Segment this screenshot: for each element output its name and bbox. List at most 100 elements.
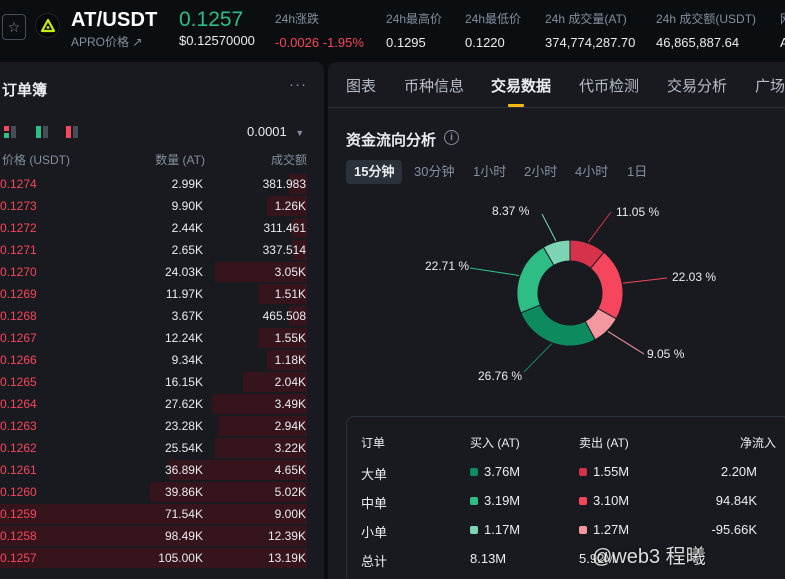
row-total: 1.18K — [274, 353, 306, 367]
layout-both-icon[interactable] — [4, 126, 16, 138]
order-book-row[interactable]: 0.1267 12.24K 1.55K — [0, 327, 307, 349]
period-1d[interactable]: 1日 — [619, 160, 655, 184]
period-30m[interactable]: 30分钟 — [406, 160, 462, 184]
row-price: 0.1271 — [0, 243, 37, 257]
row-qty: 98.49K — [164, 529, 203, 543]
flow-sell-text: 1.27M — [593, 522, 630, 537]
period-2h[interactable]: 2小时 — [516, 160, 565, 184]
flow-net: -95.66K — [711, 522, 757, 537]
order-book-row[interactable]: 0.1258 98.49K 12.39K — [0, 525, 307, 547]
order-book-row[interactable]: 0.1270 24.03K 3.05K — [0, 261, 307, 283]
flow-net-text: -95.66K — [711, 522, 757, 537]
stat-24h-volume: 24h 成交量(AT) 374,774,287.70 — [545, 12, 636, 50]
flow-net: 94.84K — [716, 493, 757, 508]
ticker-header: ☆ AT/USDT APRO价格 ↗ 0.1257 $0.12570000 24… — [0, 0, 785, 60]
col-qty-header: 数量 (AT) — [155, 153, 205, 167]
donut-slice[interactable] — [516, 246, 555, 314]
th-order-type: 订单 — [361, 436, 386, 450]
order-book-row[interactable]: 0.1263 23.28K 2.94K — [0, 415, 307, 437]
flow-type-text: 总计 — [361, 554, 388, 569]
row-price: 0.1265 — [0, 375, 37, 389]
period-15m[interactable]: 15分钟 — [346, 160, 403, 184]
trading-pair[interactable]: AT/USDT — [71, 9, 158, 32]
order-book-row[interactable]: 0.1272 2.44K 311.461 — [0, 217, 307, 239]
fund-flow-donut-chart: 11.05 % 22.03 % 9.05 % 26.76 % 22.71 % 8.37 % — [425, 204, 716, 383]
row-price: 0.1268 — [0, 309, 37, 323]
stat-24h-low: 24h最低价 0.1220 — [465, 12, 522, 50]
order-book-row[interactable]: 0.1259 71.54K 9.00K — [0, 503, 307, 525]
flow-sell: 1.27M — [579, 522, 629, 537]
row-total: 1.55K — [274, 331, 306, 345]
fund-flow-table: 订单 买入 (AT) 卖出 (AT) 净流入 大单 3.76M 1.55M 2.20M… — [346, 416, 785, 579]
precision-select[interactable]: 0.0001 ▼ — [247, 124, 304, 139]
donut-slice[interactable] — [589, 251, 624, 320]
tab-trade-analysis[interactable]: 交易分析 — [667, 75, 727, 96]
flow-type: 中单 — [361, 493, 387, 512]
order-book-row[interactable]: 0.1269 11.97K 1.51K — [0, 283, 307, 305]
order-book-panel: 订单簿 ··· 0.0001 ▼ 价格 (USDT) 数量 (AT) 成交额 0… — [0, 62, 324, 579]
last-price: 0.1257 — [179, 8, 244, 31]
flow-buy: 3.76M — [470, 464, 520, 479]
more-options-button[interactable]: ··· — [289, 76, 307, 93]
row-total: 311.461 — [263, 221, 307, 235]
donut-leader-line — [469, 267, 520, 276]
order-book-row[interactable]: 0.1264 27.62K 3.49K — [0, 393, 307, 415]
row-price: 0.1262 — [0, 441, 37, 455]
flow-buy-text: 1.17M — [484, 522, 521, 537]
flow-type-text: 中单 — [361, 496, 388, 511]
flow-sell: 3.10M — [579, 493, 629, 508]
flow-type: 总计 — [361, 551, 387, 570]
flow-sell-text: 1.55M — [593, 464, 630, 479]
row-total: 381.983 — [262, 177, 306, 191]
legend-swatch — [470, 468, 478, 476]
order-book-row[interactable]: 0.1271 2.65K 337.514 — [0, 239, 307, 261]
row-total: 2.04K — [274, 375, 306, 389]
tab-chart[interactable]: 图表 — [346, 75, 376, 96]
stat-24h-change: 24h涨跌 -0.0026 -1.95% — [275, 12, 364, 50]
row-price: 0.1260 — [0, 485, 37, 499]
coin-price-link[interactable]: APRO价格 ↗ — [71, 33, 142, 50]
order-book-row[interactable]: 0.1266 9.34K 1.18K — [0, 349, 307, 371]
period-1h[interactable]: 1小时 — [465, 160, 514, 184]
row-price: 0.1259 — [0, 507, 37, 521]
layout-asks-icon[interactable] — [66, 126, 78, 138]
order-book-row[interactable]: 0.1273 9.90K 1.26K — [0, 195, 307, 217]
order-book-title: 订单簿 — [2, 82, 48, 99]
row-qty: 39.86K — [164, 485, 203, 499]
flow-buy-text: 3.76M — [484, 464, 521, 479]
row-price: 0.1270 — [0, 265, 37, 279]
layout-bids-icon[interactable] — [36, 126, 48, 138]
order-book-row[interactable]: 0.1268 3.67K 465.508 — [0, 305, 307, 327]
row-total: 3.22K — [274, 441, 306, 455]
info-icon[interactable]: i — [444, 130, 459, 145]
row-total: 12.39K — [267, 529, 306, 543]
row-price: 0.1274 — [0, 177, 37, 191]
order-book-row[interactable]: 0.1261 36.89K 4.65K — [0, 459, 307, 481]
order-book-row[interactable]: 0.1265 16.15K 2.04K — [0, 371, 307, 393]
tab-trade-data[interactable]: 交易数据 — [491, 75, 551, 96]
order-book-row[interactable]: 0.1260 39.86K 5.02K — [0, 481, 307, 503]
donut-leader-line — [587, 211, 612, 243]
row-qty: 27.62K — [164, 397, 203, 411]
period-4h[interactable]: 4小时 — [567, 160, 616, 184]
legend-swatch — [579, 526, 587, 534]
tab-coin-info[interactable]: 币种信息 — [404, 75, 464, 96]
row-total: 4.65K — [274, 463, 306, 477]
row-qty: 36.89K — [164, 463, 203, 477]
tab-square[interactable]: 广场 — [755, 75, 785, 96]
tab-token-check[interactable]: 代币检测 — [579, 75, 639, 96]
stat-truncated: 网 A — [780, 12, 785, 50]
donut-slice[interactable] — [520, 304, 596, 347]
flow-buy-text: 8.13M — [470, 551, 507, 566]
order-book-row[interactable]: 0.1257 105.00K 13.19K — [0, 547, 307, 569]
favorite-star-button[interactable]: ☆ — [2, 14, 26, 40]
order-book-row[interactable]: 0.1274 2.99K 381.983 — [0, 173, 307, 195]
flow-net: 2.20M — [721, 464, 757, 479]
row-total: 13.19K — [267, 551, 306, 565]
legend-swatch — [470, 526, 478, 534]
depth-bar — [0, 526, 307, 546]
order-book-row[interactable]: 0.1262 25.54K 3.22K — [0, 437, 307, 459]
active-tab-indicator — [508, 104, 524, 107]
flow-sell: 1.55M — [579, 464, 629, 479]
row-qty: 71.54K — [164, 507, 203, 521]
